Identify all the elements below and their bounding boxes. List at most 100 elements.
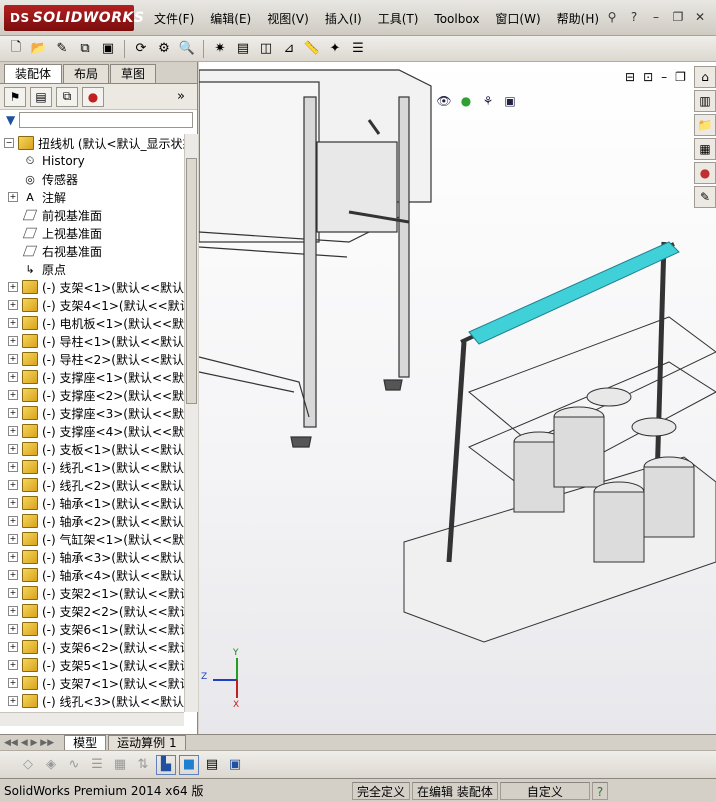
chart-icon[interactable]: ▙ (156, 754, 176, 775)
menu-item[interactable]: 帮助(H) (549, 9, 607, 29)
tree-root[interactable]: − 扭线机 (默认<默认_显示状态 (0, 134, 184, 152)
help-icon[interactable]: ? (624, 8, 644, 26)
tree-component[interactable]: + (-) 轴承<4> (默认<<默认 (0, 566, 184, 584)
tree-component[interactable]: + (-) 支架6<1>(默认<<默认 (0, 620, 184, 638)
property-manager-icon[interactable]: ▤ (30, 86, 52, 107)
tab-sketch[interactable]: 草图 (110, 64, 157, 83)
status-custom[interactable]: 自定义 (499, 781, 590, 800)
filter-input[interactable] (19, 112, 193, 128)
zoom-icon[interactable]: 🔍 (177, 39, 197, 59)
tree-component[interactable]: + (-) 轴承<2> (默认<<默认 (0, 512, 184, 530)
close-button[interactable]: ✕ (690, 8, 710, 26)
expand-icon[interactable]: + (8, 570, 18, 580)
shaded-icon[interactable]: ■ (179, 754, 199, 775)
tree-item[interactable]: 前视基准面 (0, 206, 184, 224)
display-manager-icon[interactable]: ● (82, 86, 104, 107)
expand-icon[interactable]: + (8, 642, 18, 652)
minimize-button[interactable]: – (646, 8, 666, 26)
measure-icon[interactable]: ⊿ (279, 39, 299, 59)
mates-icon[interactable]: ⧉ (75, 39, 95, 59)
tree-item[interactable]: ◎ 传感器 (0, 170, 184, 188)
expand-panel-icon[interactable]: » (171, 87, 191, 107)
tab-motion-study[interactable]: 运动算例 1 (108, 734, 186, 751)
tree-component[interactable]: + (-) 线孔<3> (默认<<默认 (0, 692, 184, 710)
file-explorer-icon[interactable]: 📁 (694, 114, 716, 136)
properties-icon[interactable]: ☰ (348, 39, 368, 59)
expand-icon[interactable]: + (8, 192, 18, 202)
ruler-icon[interactable]: 📏 (302, 39, 322, 59)
tree-scrollbar[interactable] (184, 134, 198, 712)
pin-icon[interactable]: ⚲ (602, 8, 622, 26)
menu-item[interactable]: 插入(I) (317, 9, 370, 29)
grid-icon[interactable]: ▦ (110, 755, 130, 775)
tab-layout[interactable]: 布局 (63, 64, 110, 83)
nav-arrows-icon[interactable]: ◀◀ ◀ ▶ ▶▶ (4, 738, 54, 748)
expand-icon[interactable]: + (8, 426, 18, 436)
tree-component[interactable]: + (-) 支架4<1>(默认<<默认 (0, 296, 184, 314)
tree-component[interactable]: + (-) 支架2<1>(默认<<默认 (0, 584, 184, 602)
expand-icon[interactable]: + (8, 408, 18, 418)
tree-component[interactable]: + (-) 支架7<1>(默认<<默认 (0, 674, 184, 692)
expand-icon[interactable]: + (8, 300, 18, 310)
home-icon[interactable]: ⌂ (694, 66, 716, 88)
tree-component[interactable]: + (-) 支撑座<2> (默认<<默 (0, 386, 184, 404)
tree-component[interactable]: + (-) 支架<1> (默认<<默认 (0, 278, 184, 296)
curvature-icon[interactable]: ∿ (64, 755, 84, 775)
tree-component[interactable]: + (-) 轴承<1> (默认<<默认 (0, 494, 184, 512)
wireframe-icon[interactable]: ◇ (18, 755, 38, 775)
insert-component-icon[interactable]: ▣ (98, 39, 118, 59)
menu-item[interactable]: 文件(F) (146, 9, 202, 29)
tree-component[interactable]: + (-) 支架5<1>(默认<<默认 (0, 656, 184, 674)
tree-component[interactable]: + (-) 支撑座<3> (默认<<默 (0, 404, 184, 422)
tree-component[interactable]: + (-) 导柱<2> (默认<<默认 (0, 350, 184, 368)
menu-item[interactable]: 编辑(E) (202, 9, 259, 29)
custom-properties-icon[interactable]: ✎ (694, 186, 716, 208)
tree-component[interactable]: + (-) 支板<1> (默认<<默认 (0, 440, 184, 458)
tree-component[interactable]: + (-) 线孔<2> (默认<<默认 (0, 476, 184, 494)
new-document-icon[interactable]: 🗋 (6, 39, 26, 59)
tree-component[interactable]: + (-) 轴承<3> (默认<<默认 (0, 548, 184, 566)
expand-icon[interactable]: + (8, 498, 18, 508)
list-icon[interactable]: ☰ (87, 755, 107, 775)
tree-item[interactable]: ⏲ History (0, 152, 184, 170)
filter-icon[interactable]: ▼ (6, 113, 15, 127)
tree-component[interactable]: + (-) 支架2<2>(默认<<默认 (0, 602, 184, 620)
expand-icon[interactable]: + (8, 462, 18, 472)
save-view-icon[interactable]: ▣ (225, 755, 245, 775)
tree-hscrollbar[interactable] (0, 712, 184, 726)
solidworks-logo[interactable]: DS SOLIDWORKS (4, 5, 144, 31)
status-help-icon[interactable]: ? (591, 781, 609, 800)
tree-component[interactable]: + (-) 线孔<1> (默认<<默认 (0, 458, 184, 476)
expand-icon[interactable]: + (8, 606, 18, 616)
expand-icon[interactable]: + (8, 444, 18, 454)
menu-item[interactable]: 工具(T) (370, 9, 427, 29)
expand-icon[interactable]: + (8, 660, 18, 670)
expand-icon[interactable]: + (8, 624, 18, 634)
expand-icon[interactable]: + (8, 678, 18, 688)
expand-icon[interactable]: + (8, 282, 18, 292)
explode-icon[interactable]: ✷ (210, 39, 230, 59)
collapse-icon[interactable]: − (4, 138, 14, 148)
menu-item[interactable]: 视图(V) (259, 9, 317, 29)
appearances-icon[interactable]: ● (694, 162, 716, 184)
view-palette-icon[interactable]: ▦ (694, 138, 716, 160)
menu-item[interactable]: Toolbox (426, 9, 487, 29)
tree-component[interactable]: + (-) 支架6<2>(默认<<默认 (0, 638, 184, 656)
pin-icon[interactable]: ✎ (52, 39, 72, 59)
graphics-area[interactable]: ⊟ ⊡ – ❐ ✕ ⌕ ⊕ ↺ ◧ ⬚ ■ 👁 ● ⚘ ▣ (199, 62, 716, 734)
tree-component[interactable]: + (-) 气缸架<1> (默认<<默 (0, 530, 184, 548)
expand-icon[interactable]: + (8, 318, 18, 328)
tree-item[interactable]: + A 注解 (0, 188, 184, 206)
tab-assembly[interactable]: 装配体 (4, 64, 63, 83)
tab-model[interactable]: 模型 (64, 734, 107, 751)
expand-icon[interactable]: + (8, 480, 18, 490)
hidden-lines-icon[interactable]: ◈ (41, 755, 61, 775)
section-icon[interactable]: ◫ (256, 39, 276, 59)
tree-item[interactable]: ↳ 原点 (0, 260, 184, 278)
options-icon[interactable]: ⚙ (154, 39, 174, 59)
feature-manager-icon[interactable]: ⚑ (4, 86, 26, 107)
smart-icon[interactable]: ✦ (325, 39, 345, 59)
expand-icon[interactable]: + (8, 372, 18, 382)
tree-component[interactable]: + (-) 支撑座<1> (默认<<默 (0, 368, 184, 386)
expand-icon[interactable]: + (8, 696, 18, 706)
